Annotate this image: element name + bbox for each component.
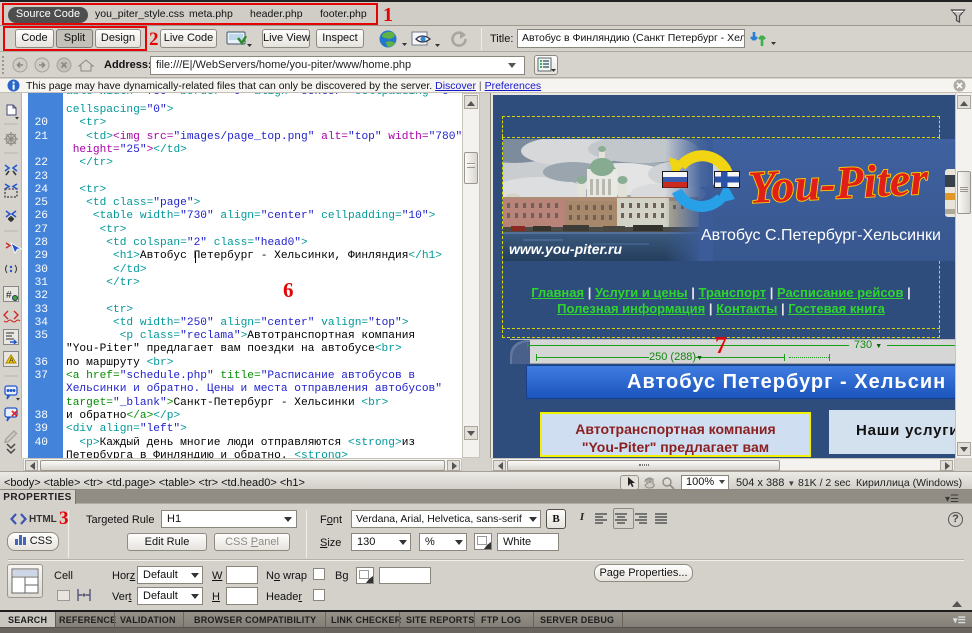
svg-text:www.you-piter.ru: www.you-piter.ru (509, 241, 622, 257)
svg-text:A: A (9, 358, 14, 365)
svg-text:#: # (6, 290, 12, 301)
svg-text:You-Piter: You-Piter (747, 153, 931, 213)
svg-text:Автобус С.Петербург-Хельсинки: Автобус С.Петербург-Хельсинки (701, 227, 941, 244)
